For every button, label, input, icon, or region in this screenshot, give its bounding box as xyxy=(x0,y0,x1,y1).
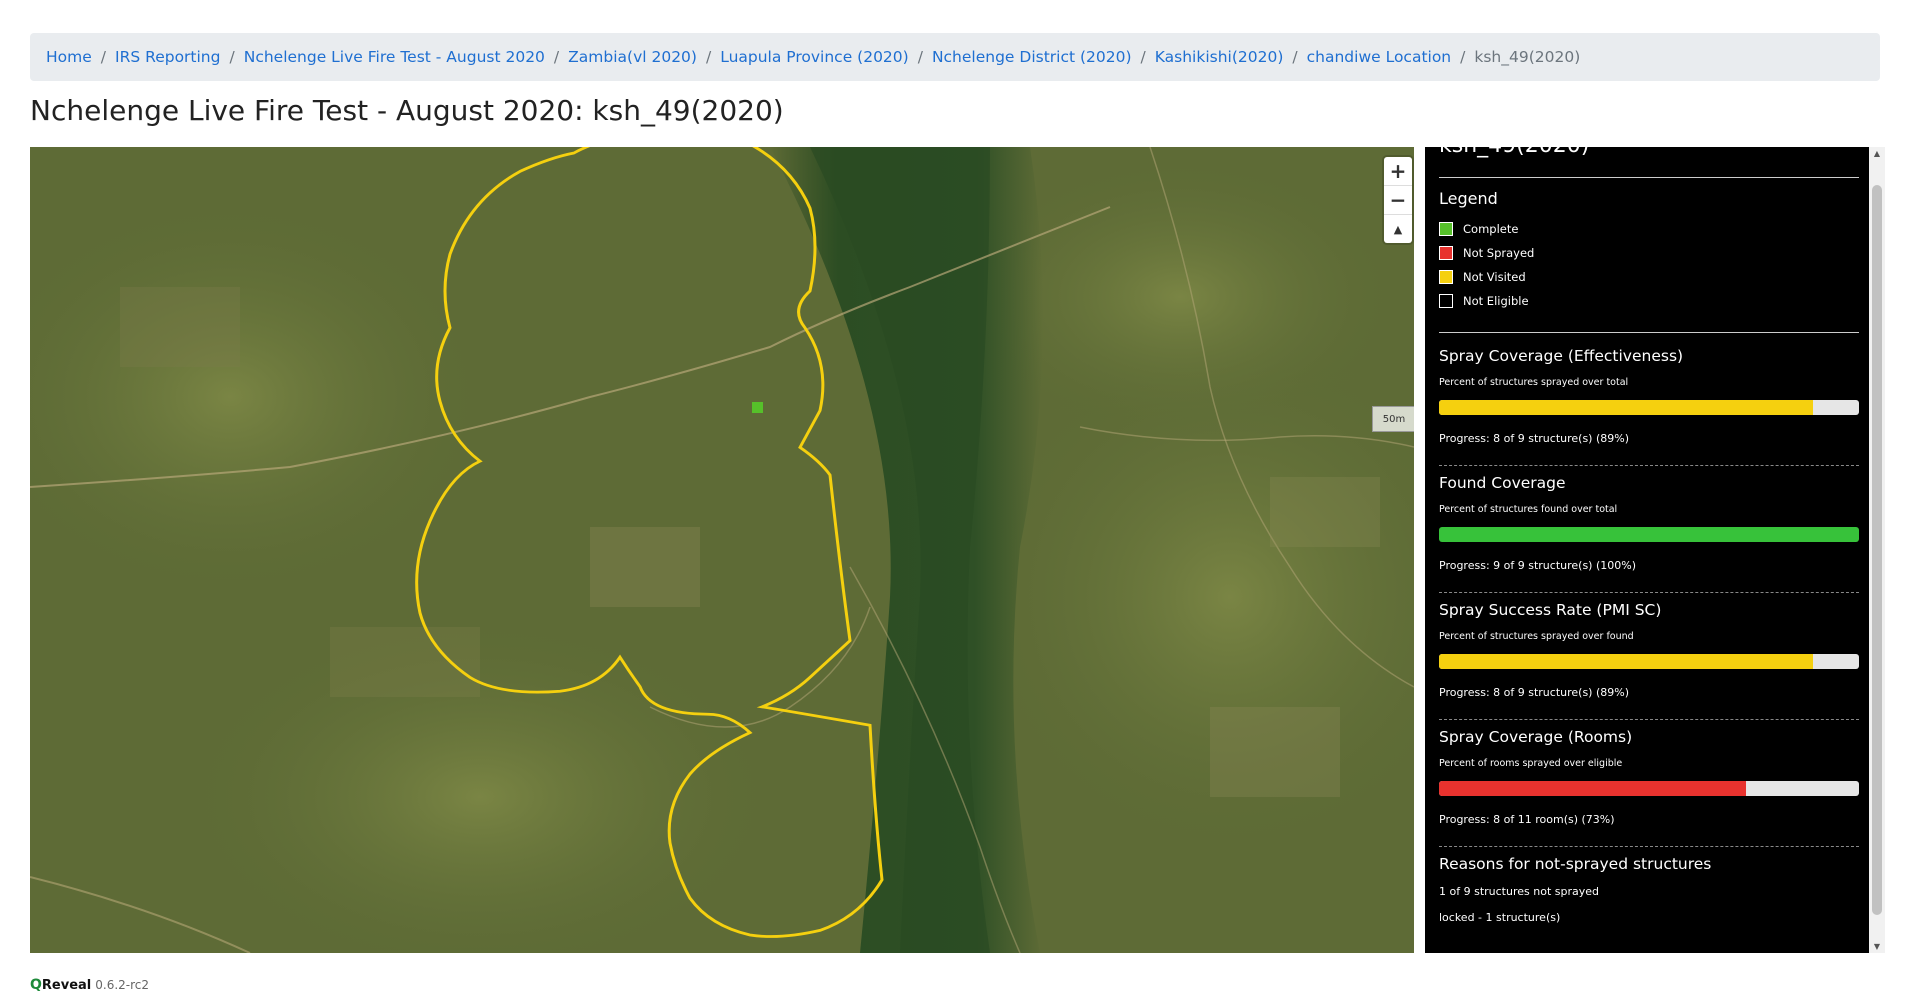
legend-item-complete: Complete xyxy=(1439,222,1518,236)
map-navigation-control: + − ▲ xyxy=(1384,157,1412,243)
progress-bar-found-coverage xyxy=(1439,527,1859,542)
section-title: Spray Coverage (Effectiveness) xyxy=(1439,347,1684,365)
divider xyxy=(1439,177,1859,178)
divider xyxy=(1439,846,1859,847)
legend-item-not-sprayed: Not Sprayed xyxy=(1439,246,1534,260)
breadcrumb-health-facility[interactable]: Kashikishi(2020) xyxy=(1155,48,1284,66)
legend-label: Not Sprayed xyxy=(1463,246,1535,260)
breadcrumb-separator: / xyxy=(100,48,107,66)
progress-text: Progress: 8 of 11 room(s) (73%) xyxy=(1439,813,1615,826)
legend-swatch-icon xyxy=(1439,222,1453,236)
breadcrumb-separator: / xyxy=(553,48,560,66)
breadcrumb-irs-reporting[interactable]: IRS Reporting xyxy=(115,48,220,66)
breadcrumb-country[interactable]: Zambia(vl 2020) xyxy=(568,48,697,66)
legend-item-not-visited: Not Visited xyxy=(1439,270,1526,284)
breadcrumb-home[interactable]: Home xyxy=(46,48,92,66)
reasons-summary: 1 of 9 structures not sprayed xyxy=(1439,885,1599,898)
footer: Q Reveal 0.6.2-rc2 xyxy=(30,977,149,993)
legend-swatch-icon xyxy=(1439,246,1453,260)
map-scale: 50m xyxy=(1372,406,1414,432)
info-panel: ksh_49(2020) Legend Complete Not Sprayed… xyxy=(1425,147,1885,953)
progress-bar-spray-coverage xyxy=(1439,400,1859,415)
section-description: Percent of structures sprayed over total xyxy=(1439,377,1629,388)
progress-text: Progress: 8 of 9 structure(s) (89%) xyxy=(1439,432,1629,445)
reveal-logo-icon: Q xyxy=(30,977,42,993)
legend-label: Complete xyxy=(1463,222,1519,236)
section-title: Spray Coverage (Rooms) xyxy=(1439,728,1633,746)
breadcrumb-separator: / xyxy=(705,48,712,66)
breadcrumb: Home / IRS Reporting / Nchelenge Live Fi… xyxy=(30,33,1880,81)
reasons-title: Reasons for not-sprayed structures xyxy=(1439,855,1712,873)
legend-label: Not Visited xyxy=(1463,270,1526,284)
breadcrumb-current: ksh_49(2020) xyxy=(1474,48,1581,66)
progress-fill xyxy=(1439,527,1859,542)
section-description: Percent of rooms sprayed over eligible xyxy=(1439,758,1623,769)
breadcrumb-province[interactable]: Luapula Province (2020) xyxy=(720,48,909,66)
app-name: Reveal xyxy=(41,977,92,993)
satellite-imagery xyxy=(30,147,1414,953)
zoom-in-button[interactable]: + xyxy=(1384,157,1412,186)
section-description: Percent of structures found over total xyxy=(1439,504,1618,515)
legend-label: Not Eligible xyxy=(1463,294,1529,308)
progress-fill xyxy=(1439,400,1813,415)
map-canvas[interactable]: + − ▲ 50m xyxy=(30,147,1414,953)
progress-text: Progress: 8 of 9 structure(s) (89%) xyxy=(1439,686,1629,699)
breadcrumb-separator: / xyxy=(1460,48,1466,66)
app-version: 0.6.2-rc2 xyxy=(95,978,150,992)
legend-swatch-icon xyxy=(1439,270,1453,284)
breadcrumb-district[interactable]: Nchelenge District (2020) xyxy=(932,48,1132,66)
breadcrumb-separator: / xyxy=(229,48,235,66)
progress-text: Progress: 9 of 9 structure(s) (100%) xyxy=(1439,559,1636,572)
legend-swatch-icon xyxy=(1439,294,1453,308)
page-title: Nchelenge Live Fire Test - August 2020: … xyxy=(30,94,784,127)
zoom-out-button[interactable]: − xyxy=(1384,186,1412,215)
scroll-up-icon[interactable]: ▲ xyxy=(1869,149,1885,158)
reasons-detail: locked - 1 structure(s) xyxy=(1439,911,1561,924)
panel-scrollbar[interactable]: ▲ ▼ xyxy=(1869,147,1885,953)
breadcrumb-plan[interactable]: Nchelenge Live Fire Test - August 2020 xyxy=(244,48,545,66)
section-description: Percent of structures sprayed over found xyxy=(1439,631,1634,642)
divider xyxy=(1439,465,1859,466)
breadcrumb-separator: / xyxy=(1292,48,1298,66)
panel-title: ksh_49(2020) xyxy=(1439,147,1589,158)
section-title: Found Coverage xyxy=(1439,474,1566,492)
progress-fill xyxy=(1439,654,1813,669)
compass-reset-button[interactable]: ▲ xyxy=(1384,215,1412,243)
progress-bar-spray-success xyxy=(1439,654,1859,669)
divider xyxy=(1439,592,1859,593)
map-frame: + − ▲ 50m ksh_49(2020) Legend Complete N… xyxy=(30,147,1885,953)
scrollbar-thumb[interactable] xyxy=(1872,185,1882,915)
progress-fill xyxy=(1439,781,1746,796)
legend-item-not-eligible: Not Eligible xyxy=(1439,294,1529,308)
breadcrumb-location[interactable]: chandiwe Location xyxy=(1307,48,1452,66)
divider xyxy=(1439,332,1859,333)
divider xyxy=(1439,719,1859,720)
breadcrumb-separator: / xyxy=(917,48,923,66)
breadcrumb-separator: / xyxy=(1140,48,1146,66)
section-title: Spray Success Rate (PMI SC) xyxy=(1439,601,1662,619)
legend-title: Legend xyxy=(1439,189,1498,208)
scroll-down-icon[interactable]: ▼ xyxy=(1869,942,1885,951)
progress-bar-spray-rooms xyxy=(1439,781,1859,796)
structure-marker[interactable] xyxy=(752,402,763,413)
